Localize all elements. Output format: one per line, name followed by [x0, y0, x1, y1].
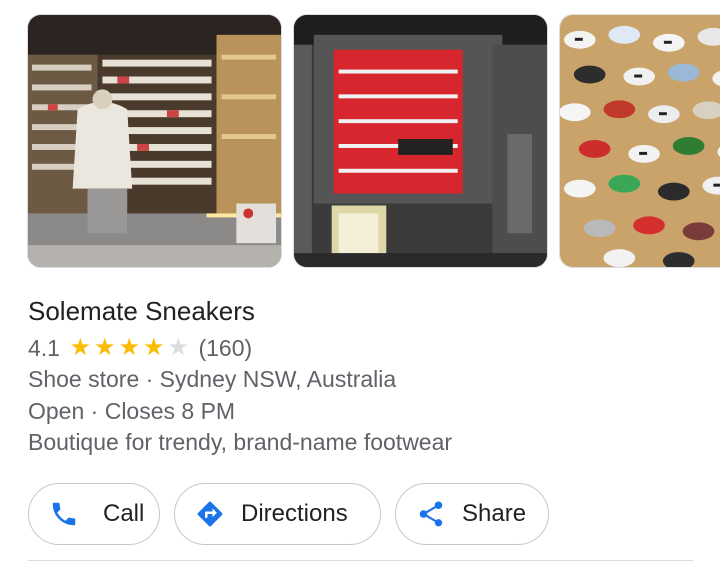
- star-full-icon: ★: [142, 334, 165, 361]
- call-button[interactable]: Call: [28, 483, 160, 545]
- share-button[interactable]: Share: [395, 483, 549, 545]
- star-full-icon: ★: [118, 334, 140, 361]
- share-icon: [419, 501, 443, 527]
- photo-shoe-box-display[interactable]: [293, 14, 548, 268]
- directions-icon: [197, 501, 223, 527]
- photo-store-interior[interactable]: [27, 14, 282, 268]
- rating-row[interactable]: 4.1 ★ ★ ★ ★ ★ (160): [28, 333, 252, 363]
- star-empty-icon: ★: [167, 334, 189, 361]
- star-rating: ★ ★ ★ ★ ★: [68, 336, 191, 360]
- rating-value: 4.1: [28, 334, 60, 361]
- star-full-icon: ★: [93, 334, 116, 361]
- photo-carousel[interactable]: [0, 0, 720, 270]
- photo-sneaker-wall[interactable]: [559, 14, 720, 268]
- directions-label: Directions: [241, 500, 348, 527]
- opening-hours[interactable]: Open · Closes 8 PM: [28, 396, 235, 426]
- business-description: Boutique for trendy, brand-name footwear: [28, 429, 453, 455]
- divider: [28, 560, 693, 561]
- directions-button[interactable]: Directions: [174, 483, 381, 545]
- phone-icon: [52, 502, 76, 526]
- business-card: Solemate Sneakers 4.1 ★ ★ ★ ★ ★ (160) Sh…: [0, 0, 720, 573]
- review-count[interactable]: (160): [198, 335, 252, 362]
- category-location: Shoe store · Sydney NSW, Australia: [28, 366, 397, 392]
- share-label: Share: [462, 500, 527, 527]
- business-name[interactable]: Solemate Sneakers: [28, 294, 255, 328]
- star-full-icon: ★: [69, 334, 91, 361]
- call-label: Call: [103, 500, 145, 527]
